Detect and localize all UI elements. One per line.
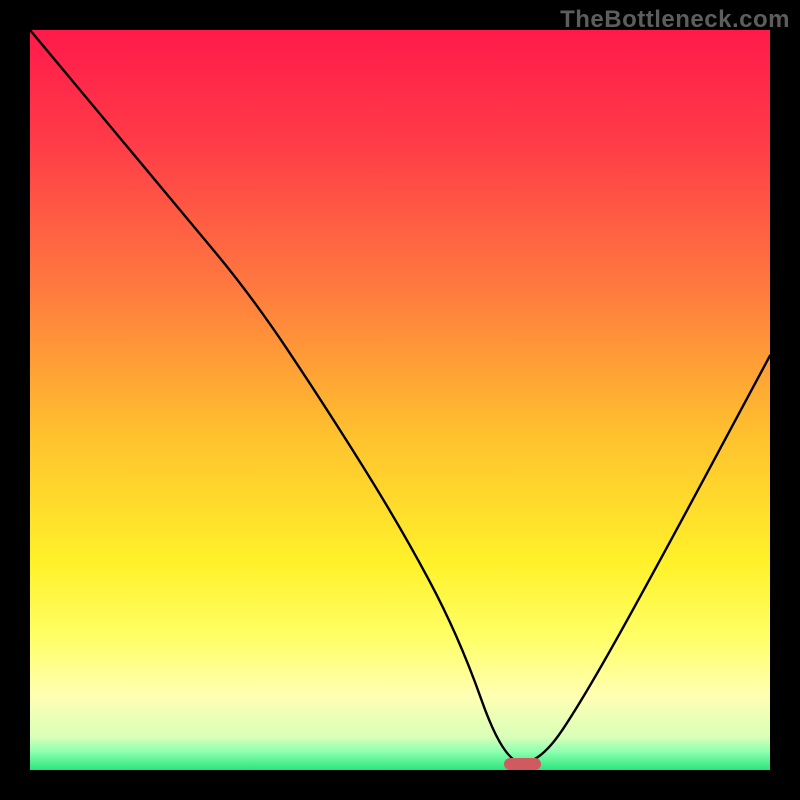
chart-border: TheBottleneck.com (0, 0, 800, 800)
optimal-marker (504, 758, 541, 770)
bottleneck-curve (30, 30, 770, 770)
chart-plot-area (30, 30, 770, 770)
